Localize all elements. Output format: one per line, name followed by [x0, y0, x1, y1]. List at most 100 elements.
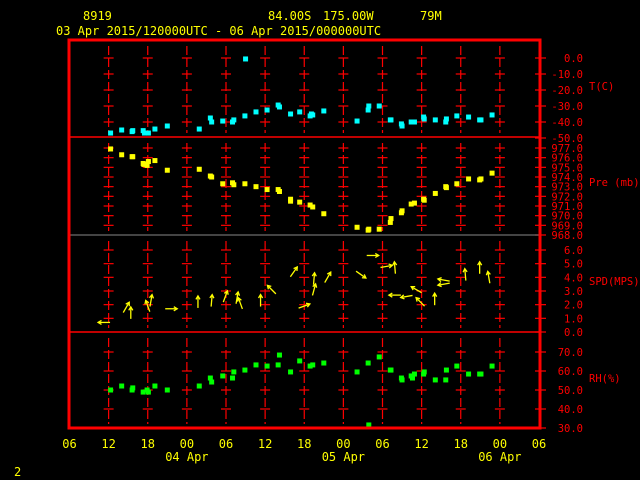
- data-point: [321, 211, 327, 217]
- data-point: [276, 104, 282, 110]
- data-point: [466, 114, 472, 120]
- wind-arrow: [399, 294, 413, 300]
- data-point: [152, 126, 158, 132]
- y-tick-label: 40.0: [558, 404, 583, 416]
- panel-temperature: 0.0-10.0-20.0-30.0-40.0-50.0T(C): [103, 46, 614, 145]
- y-axis-label: Pre (mb): [589, 177, 640, 189]
- x-tick-label: 06: [62, 437, 76, 451]
- data-point: [242, 181, 248, 187]
- data-point: [264, 363, 270, 369]
- data-point: [443, 377, 449, 383]
- data-point: [253, 362, 259, 368]
- data-point: [399, 123, 405, 129]
- data-point: [354, 224, 360, 230]
- data-point: [454, 363, 460, 369]
- data-point: [478, 176, 484, 182]
- data-point: [432, 117, 438, 123]
- data-point: [421, 369, 427, 375]
- wind-arrow: [122, 301, 130, 313]
- data-point: [466, 371, 472, 377]
- data-point: [365, 360, 371, 366]
- data-point: [119, 127, 125, 133]
- y-tick-label: -40.0: [551, 117, 583, 129]
- wind-arrow: [485, 270, 491, 284]
- wind-arrow-shaft: [266, 284, 277, 295]
- data-point: [432, 190, 438, 196]
- data-point: [288, 111, 294, 117]
- data-point: [276, 189, 282, 194]
- data-point: [443, 116, 449, 122]
- x-tick-label: 00: [493, 437, 507, 451]
- wind-arrow: [436, 282, 450, 288]
- data-point: [454, 181, 460, 187]
- latitude: 84.00S: [268, 9, 311, 23]
- data-point: [411, 119, 417, 125]
- longitude: 175.00W: [323, 9, 374, 23]
- y-tick-label: 50.0: [558, 385, 583, 397]
- wind-arrow: [324, 271, 332, 283]
- time-range: 03 Apr 2015/120000UTC - 06 Apr 2015/0000…: [56, 24, 381, 38]
- data-point: [119, 383, 125, 389]
- wind-arrow: [410, 285, 422, 294]
- data-point: [411, 200, 417, 206]
- wind-arrow: [462, 267, 468, 281]
- data-point: [130, 385, 136, 391]
- data-point: [164, 387, 170, 393]
- y-axis-label: SPD(MPS): [589, 276, 640, 288]
- x-tick-label: 18: [454, 437, 468, 451]
- data-point: [108, 130, 114, 136]
- y-axis-label: RH(%): [589, 373, 621, 385]
- data-point: [276, 352, 282, 358]
- y-tick-label: -10.0: [551, 69, 583, 81]
- y-tick-label: 70.0: [558, 347, 583, 359]
- wind-arrow: [477, 260, 483, 274]
- data-point: [196, 166, 202, 172]
- page-number: 2: [14, 465, 21, 479]
- data-point: [466, 176, 472, 182]
- data-point: [119, 152, 125, 158]
- data-point: [130, 128, 136, 134]
- wind-arrow: [128, 305, 134, 319]
- wind-arrow: [165, 306, 179, 312]
- data-point: [253, 184, 259, 190]
- x-tick-label: 18: [297, 437, 311, 451]
- data-point: [264, 187, 270, 193]
- data-point: [310, 204, 316, 210]
- wind-arrow: [436, 277, 450, 283]
- data-point: [399, 377, 405, 383]
- data-point: [489, 363, 495, 369]
- x-tick-label: 12: [258, 437, 272, 451]
- y-tick-label: 0.0: [564, 53, 583, 65]
- data-point: [421, 197, 427, 203]
- x-tick-label: 06: [219, 437, 233, 451]
- data-point: [376, 103, 382, 109]
- wind-arrow: [236, 296, 244, 310]
- data-point: [310, 362, 316, 368]
- data-point: [443, 185, 449, 191]
- wind-arrow: [355, 270, 367, 279]
- data-point: [209, 119, 215, 125]
- panel-relative-humidity: 70.0 60.0 50.0 40.0 30.0 RH(%): [103, 338, 621, 435]
- data-point: [354, 118, 360, 124]
- y-tick-label: -20.0: [551, 85, 583, 97]
- data-point: [220, 181, 226, 187]
- x-tick-label: 06: [532, 437, 546, 451]
- y-tick-label: 4.0: [564, 272, 583, 284]
- data-point: [242, 113, 248, 119]
- wind-arrow: [392, 260, 398, 274]
- data-point: [297, 109, 303, 115]
- y-tick-label: 60.0: [558, 366, 583, 378]
- meteogram: 8919 84.00S 175.00W 79M 03 Apr 2015/1200…: [14, 9, 640, 479]
- data-point: [489, 170, 495, 176]
- data-point: [108, 146, 114, 152]
- wind-arrow: [222, 289, 229, 303]
- data-point: [354, 369, 360, 375]
- wind-arrow: [366, 252, 380, 259]
- x-tick-label: 12: [101, 437, 115, 451]
- data-point: [310, 112, 316, 118]
- y-tick-label: 3.0: [564, 286, 583, 298]
- data-point: [489, 112, 495, 118]
- station-id: 8919: [83, 9, 112, 23]
- data-point: [478, 371, 484, 377]
- data-point: [376, 226, 382, 232]
